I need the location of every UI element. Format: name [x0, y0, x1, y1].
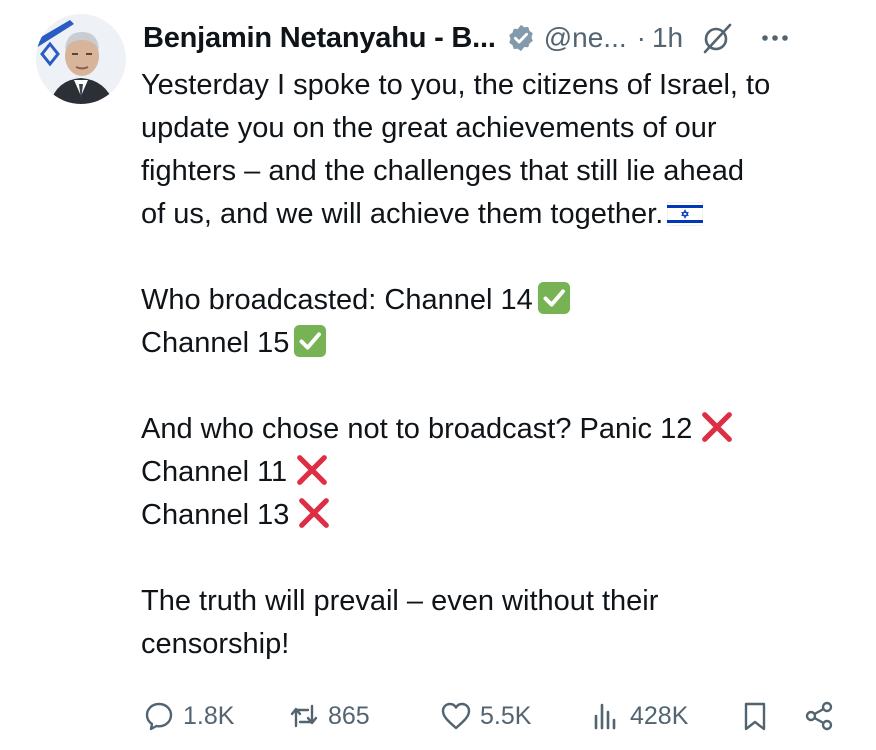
text-segment: Channel 15: [141, 327, 290, 359]
like-button[interactable]: 5.5K: [440, 696, 531, 736]
israel-flag-icon: [667, 202, 704, 226]
repost-count: 865: [328, 701, 370, 730]
like-count: 5.5K: [480, 701, 532, 730]
verified-badge-icon: [508, 24, 533, 52]
share-button[interactable]: [803, 696, 835, 736]
cross-mark-icon: [299, 498, 330, 528]
post-text: Yesterday I spoke to you, the citizens o…: [141, 64, 851, 666]
repost-icon: [290, 704, 318, 728]
action-bar: 1.8K 865 5.5K 428K: [143, 696, 843, 736]
views-icon: [594, 703, 616, 730]
more-icon[interactable]: [759, 22, 791, 54]
text-line-with-cross: And who chose not to broadcast? Panic 12: [141, 408, 851, 451]
repost-button[interactable]: 865: [288, 696, 370, 736]
avatar-image: [36, 14, 126, 104]
bookmark-icon: [744, 702, 766, 731]
handle[interactable]: @ne...: [544, 22, 627, 54]
text-segment: And who chose not to broadcast? Panic 12: [141, 413, 693, 445]
separator-dot: ·: [636, 22, 646, 53]
text-line: The truth will prevail – even without th…: [141, 585, 659, 617]
text-line-with-flag: of us, and we will achieve them together…: [141, 193, 851, 236]
text-line-with-check: Channel 15: [141, 322, 851, 365]
cross-mark-icon: [297, 455, 328, 485]
check-mark-icon: [294, 324, 327, 358]
views-button[interactable]: 428K: [590, 696, 688, 736]
post-header: Benjamin Netanyahu - B... @ne... · 1h: [143, 16, 840, 60]
text-line-with-cross: Channel 11: [141, 451, 851, 494]
view-count: 428K: [630, 701, 689, 730]
reply-icon: [145, 702, 173, 731]
text-segment: Who broadcasted: Channel 14: [141, 284, 533, 316]
text-segment: Channel 13: [141, 499, 290, 531]
text-line: censorship!: [141, 628, 290, 660]
text-line: fighters – and the challenges that still…: [141, 155, 744, 187]
display-name[interactable]: Benjamin Netanyahu - B...: [143, 22, 496, 55]
avatar[interactable]: [36, 14, 126, 104]
text-line: update you on the great achievements of …: [141, 112, 717, 144]
bookmark-button[interactable]: [739, 696, 771, 736]
cross-mark-icon: [702, 412, 733, 442]
check-mark-icon: [537, 281, 570, 315]
share-icon: [805, 701, 833, 731]
reply-count: 1.8K: [183, 701, 235, 730]
text-line: Yesterday I spoke to you, the citizens o…: [141, 69, 771, 101]
reply-button[interactable]: 1.8K: [143, 696, 234, 736]
text-segment: Channel 11: [141, 456, 288, 488]
text-line-with-check: Who broadcasted: Channel 14: [141, 279, 851, 322]
text-line-with-cross: Channel 13: [141, 494, 851, 537]
timestamp[interactable]: 1h: [652, 22, 683, 54]
text-segment: of us, and we will achieve them together…: [141, 198, 664, 230]
like-icon: [441, 702, 471, 730]
grok-icon[interactable]: [701, 22, 733, 54]
post: Benjamin Netanyahu - B... @ne... · 1h Ye…: [0, 0, 876, 750]
